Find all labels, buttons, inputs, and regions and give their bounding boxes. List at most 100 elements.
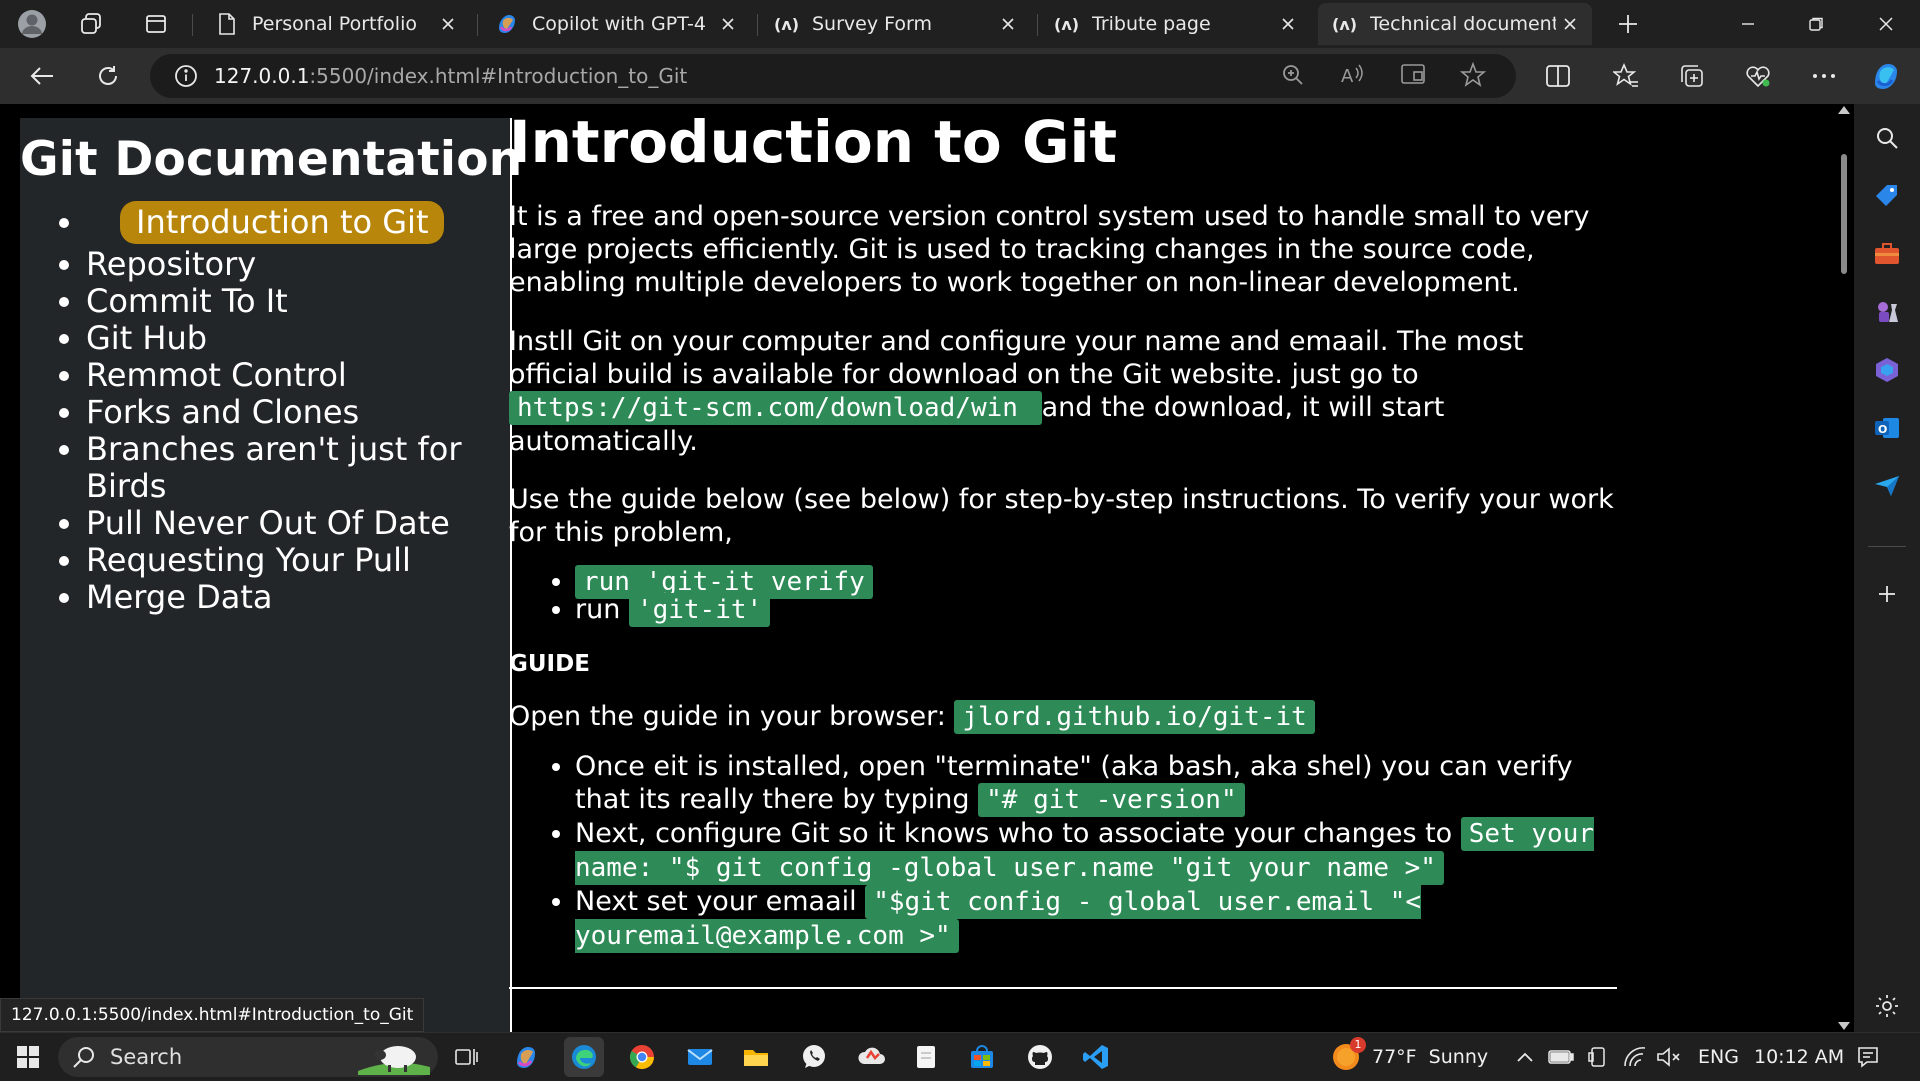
back-arrow-icon[interactable] — [22, 56, 62, 96]
send-icon[interactable] — [1867, 466, 1907, 506]
nav-item-forks-and-clones: Forks and Clones — [86, 394, 510, 431]
nav-link[interactable]: Branches aren't just for Birds — [86, 430, 462, 505]
clock[interactable]: 10:12 AM — [1754, 1033, 1844, 1081]
vertical-tabs-icon[interactable] — [138, 6, 174, 42]
language-indicator[interactable]: ENG — [1698, 1033, 1739, 1081]
nav-link[interactable]: Merge Data — [86, 578, 272, 616]
copilot-icon — [494, 11, 520, 37]
close-icon[interactable] — [994, 10, 1022, 38]
page-scrollbar[interactable] — [1834, 104, 1854, 1032]
vscode-icon[interactable] — [1076, 1037, 1116, 1077]
browser-essentials-icon[interactable] — [1738, 56, 1778, 96]
nav-link[interactable]: Commit To It — [86, 282, 288, 320]
immersive-reader-icon[interactable] — [1400, 62, 1428, 88]
weather-badge: 1 — [1350, 1037, 1366, 1053]
games-chess-icon[interactable] — [1867, 292, 1907, 332]
volume-muted-icon[interactable] — [1656, 1033, 1682, 1081]
collections-icon[interactable] — [1672, 56, 1712, 96]
store-icon[interactable] — [962, 1037, 1002, 1077]
nav-link[interactable]: Repository — [86, 245, 256, 283]
address-bar[interactable]: 127.0.0.1:5500/index.html#Introduction_t… — [150, 54, 1516, 98]
sidebar-settings-gear-icon[interactable] — [1867, 986, 1907, 1026]
task-view-icon[interactable] — [446, 1037, 486, 1077]
setup-list: Once eit is installed, open "terminate" … — [509, 750, 1619, 953]
weather-sun-icon: 1 — [1330, 1037, 1366, 1073]
search-icon[interactable] — [1867, 118, 1907, 158]
github-icon[interactable] — [1020, 1037, 1060, 1077]
tray-chevron-up-icon[interactable] — [1516, 1033, 1534, 1081]
nav-list: Introduction to Git Repository Commit To… — [20, 201, 510, 616]
notepad-icon[interactable] — [906, 1037, 946, 1077]
nav-link[interactable]: Remmot Control — [86, 356, 347, 394]
code-download-url: https://git-scm.com/download/win — [509, 391, 1042, 425]
edge-taskbar-icon[interactable] — [564, 1037, 604, 1077]
page-viewport: Git Documentation Introduction to Git Re… — [0, 104, 1834, 1032]
tab-copilot[interactable]: Copilot with GPT-4 — [480, 3, 750, 45]
refresh-icon[interactable] — [88, 56, 128, 96]
whatsapp-icon[interactable] — [794, 1037, 834, 1077]
weather-text: 77°F Sunny — [1372, 1046, 1489, 1068]
nav-link[interactable]: Requesting Your Pull — [86, 541, 411, 579]
mail-icon[interactable] — [680, 1037, 720, 1077]
tab-technical-documentation[interactable]: (ʌ) Technical documentati — [1318, 3, 1592, 45]
link-status-bubble: 127.0.0.1:5500/index.html#Introduction_t… — [0, 998, 425, 1032]
paragraph-guide: Open the guide in your browser: jlord.gi… — [509, 700, 1619, 734]
copilot-sidebar-icon[interactable] — [1866, 56, 1906, 96]
nav-link[interactable]: Forks and Clones — [86, 393, 359, 431]
tab-personal-portfolio[interactable]: Personal Portfolio — [200, 3, 470, 45]
list-item: Once eit is installed, open "terminate" … — [575, 750, 1619, 817]
list-item: Next set your emaail "$git config - glob… — [575, 885, 1619, 953]
notifications-icon[interactable] — [1856, 1033, 1880, 1081]
angular-icon: (ʌ) — [1054, 11, 1080, 37]
more-options-icon[interactable] — [1804, 56, 1844, 96]
add-sidebar-item-plus-icon[interactable] — [1867, 574, 1907, 614]
favorite-star-icon[interactable] — [1460, 62, 1486, 88]
close-icon[interactable] — [1274, 10, 1302, 38]
zoom-icon[interactable] — [1280, 62, 1306, 88]
restore-icon[interactable] — [1786, 4, 1846, 44]
tab-tribute-page[interactable]: (ʌ) Tribute page — [1040, 3, 1310, 45]
site-info-icon[interactable] — [174, 64, 198, 88]
read-aloud-icon[interactable]: A — [1340, 62, 1366, 88]
nav-link[interactable]: Introduction to Git — [120, 201, 445, 244]
shopping-tag-icon[interactable] — [1867, 176, 1907, 216]
tools-briefcase-icon[interactable] — [1867, 234, 1907, 274]
cloud-app-icon[interactable] — [852, 1037, 892, 1077]
split-screen-icon[interactable] — [1538, 56, 1578, 96]
profile-avatar-icon[interactable] — [14, 6, 50, 42]
svg-text:(ʌ): (ʌ) — [1054, 15, 1079, 34]
new-tab-plus-icon[interactable] — [1610, 6, 1646, 42]
favorites-icon[interactable] — [1606, 56, 1646, 96]
device-icon[interactable] — [1588, 1033, 1608, 1081]
outlook-icon[interactable]: O — [1867, 408, 1907, 448]
file-explorer-icon[interactable] — [736, 1037, 776, 1077]
taskbar-search-box[interactable]: Search — [58, 1037, 438, 1077]
paragraph-guide-intro: Use the guide below (see below) for step… — [509, 484, 1614, 548]
page-icon — [214, 11, 240, 37]
battery-icon[interactable] — [1548, 1033, 1574, 1081]
list-text: Next, configure Git so it knows who to a… — [575, 818, 1461, 849]
close-window-icon[interactable] — [1856, 4, 1916, 44]
edge-sidebar: O — [1854, 104, 1920, 1032]
nav-link[interactable]: Git Hub — [86, 319, 207, 357]
minimize-icon[interactable] — [1718, 4, 1778, 44]
search-icon — [72, 1045, 96, 1069]
paragraph-intro: It is a free and open-source version con… — [509, 201, 1590, 298]
tab-label: Survey Form — [812, 13, 932, 35]
windows-start-icon[interactable] — [8, 1037, 48, 1077]
nav-link[interactable]: Pull Never Out Of Date — [86, 504, 450, 542]
section-introduction-to-git: Introduction to Git It is a free and ope… — [509, 104, 1619, 989]
close-icon[interactable] — [714, 10, 742, 38]
close-icon[interactable] — [434, 10, 462, 38]
chrome-icon[interactable] — [622, 1037, 662, 1077]
copilot-taskbar-icon[interactable] — [506, 1037, 546, 1077]
microsoft-365-icon[interactable] — [1867, 350, 1907, 390]
workspaces-icon[interactable] — [74, 6, 110, 42]
wifi-icon[interactable] — [1622, 1033, 1648, 1081]
weather-widget[interactable]: 1 77°F Sunny — [1330, 1033, 1488, 1081]
code-snippet: "# git -version" — [978, 783, 1245, 817]
close-icon[interactable] — [1556, 10, 1584, 38]
paragraph-text: Instll Git on your computer and configur… — [509, 326, 1524, 390]
svg-text:A: A — [1341, 66, 1354, 87]
tab-survey-form[interactable]: (ʌ) Survey Form — [760, 3, 1030, 45]
